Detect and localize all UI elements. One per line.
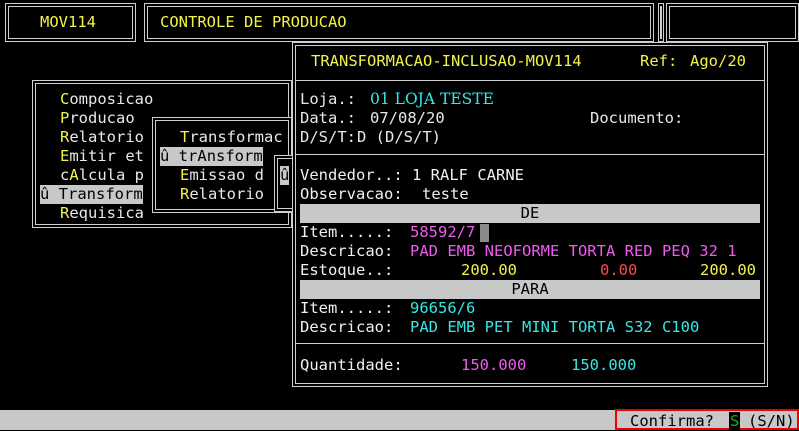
selection-marker-icon: û: [160, 147, 179, 165]
data-label: Data.:: [300, 109, 356, 127]
menu-item-emitir[interactable]: Emitir et: [60, 147, 144, 166]
dialog-title: TRANSFORMACAO-INCLUSAO-MOV114: [311, 52, 582, 70]
documento-label: Documento:: [590, 109, 684, 127]
quantidade-label: Quantidade:: [300, 356, 403, 374]
estoque-label: Estoque..:: [300, 261, 394, 279]
menu-item-requisica[interactable]: Requisica: [60, 204, 144, 223]
loja-value: 01 LOJA TESTE: [370, 90, 494, 108]
para-descricao-value: PAD EMB PET MINI TORTA S32 C100: [410, 318, 700, 336]
observacao-label: Observacao:: [300, 185, 403, 203]
confirm-options: (S/N): [748, 412, 795, 430]
estoque-value-1: 200.00: [461, 261, 517, 279]
header-box-right-small: [658, 3, 664, 42]
module-title: CONTROLE DE PRODUCAO: [160, 13, 347, 31]
ref-value: Ago/20: [690, 52, 746, 70]
para-item-value[interactable]: 96656/6: [410, 299, 475, 318]
estoque-value-3: 200.00: [700, 261, 756, 279]
ref-label: Ref:: [640, 52, 678, 70]
quantidade-value-1[interactable]: 150.000: [461, 356, 526, 375]
menu-item-producao[interactable]: Producao: [60, 109, 135, 128]
de-item-label: Item.....:: [300, 223, 394, 241]
para-descricao-label: Descricao:: [300, 318, 394, 336]
divider: [296, 343, 764, 344]
de-descricao-label: Descricao:: [300, 242, 394, 260]
selection-marker-icon: û: [40, 185, 59, 203]
menu-item-relatorio[interactable]: Relatorio: [60, 128, 144, 147]
vendedor-label: Vendedor..:: [300, 166, 403, 184]
confirm-input[interactable]: S: [729, 412, 741, 431]
menu-item-transform-selected[interactable]: û Transform: [40, 185, 143, 204]
menu-item-composicao[interactable]: Composicao: [60, 90, 153, 109]
data-value: 07/08/20: [370, 109, 445, 127]
menu-item-calcula[interactable]: cAlcula p: [60, 166, 144, 185]
de-section-bar: DE: [300, 204, 760, 223]
vendedor-value: 1 RALF CARNE: [412, 166, 524, 184]
confirm-label: Confirma?: [630, 412, 714, 430]
de-item-value[interactable]: 58592/7: [410, 223, 475, 242]
estoque-value-2: 0.00: [600, 261, 638, 279]
observacao-value: teste: [422, 185, 469, 203]
submenu-item-transform-selected[interactable]: û trAnsform: [160, 147, 263, 166]
para-section-bar: PARA: [300, 280, 760, 299]
submenu-item-emissao[interactable]: Emissao d: [180, 166, 264, 185]
quantidade-value-2: 150.000: [571, 356, 637, 374]
para-item-label: Item.....:: [300, 299, 394, 317]
divider: [296, 80, 764, 81]
text-cursor: [480, 224, 489, 242]
dst-value: D (D/S/T): [357, 128, 441, 146]
sub-sub-menu-marker-icon: û: [280, 166, 290, 185]
loja-label: Loja.:: [300, 90, 356, 108]
program-code: MOV114: [40, 13, 96, 31]
submenu-item-relatorio[interactable]: Relatorio: [180, 185, 264, 204]
header-box-right: [666, 3, 799, 42]
submenu-item-transformac[interactable]: Transformac: [180, 128, 283, 147]
dst-label: D/S/T:: [300, 128, 356, 146]
divider: [296, 154, 764, 155]
de-descricao-value: PAD EMB NEOFORME TORTA RED PEQ 32 1: [410, 242, 737, 260]
